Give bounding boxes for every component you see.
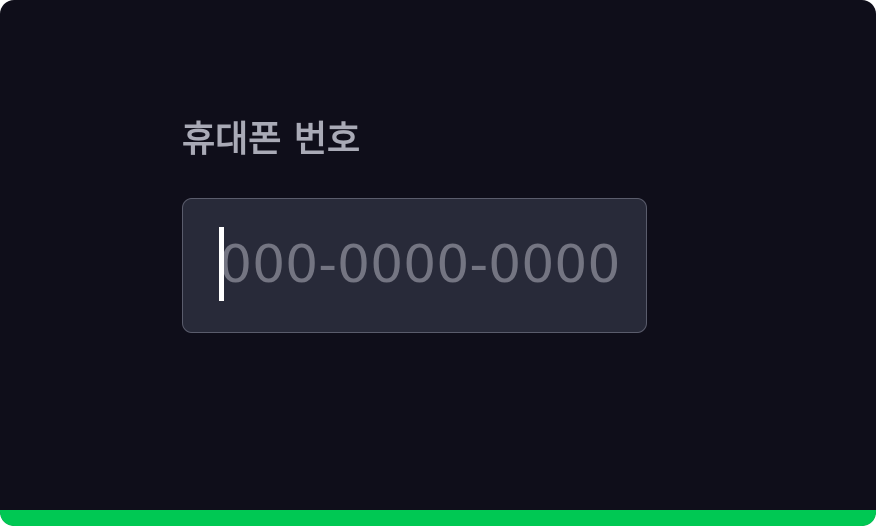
accent-bar <box>0 510 876 526</box>
phone-form-panel: 휴대폰 번호 <box>0 0 876 526</box>
phone-input[interactable] <box>219 219 639 311</box>
text-cursor-icon <box>219 227 224 301</box>
phone-label: 휴대폰 번호 <box>182 119 361 160</box>
phone-input-container[interactable] <box>182 198 647 333</box>
